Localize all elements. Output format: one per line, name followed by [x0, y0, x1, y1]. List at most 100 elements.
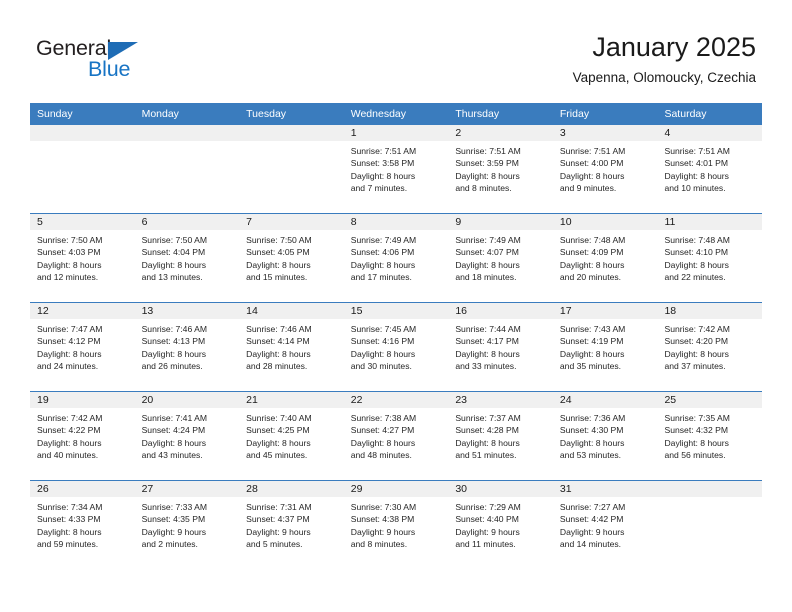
sunrise-text: Sunrise: 7:46 AM — [246, 324, 312, 334]
calendar-day-cell[interactable]: 25 Sunrise: 7:35 AM Sunset: 4:32 PM Dayligh… — [657, 392, 763, 480]
day-sun-info: Sunrise: 7:29 AM Sunset: 4:40 PM Daylight:… — [448, 498, 553, 550]
calendar-day-cell[interactable]: 23 Sunrise: 7:37 AM Sunset: 4:28 PM Dayligh… — [448, 392, 553, 480]
day-number: 10 — [559, 216, 572, 228]
sunrise-text: Sunrise: 7:38 AM — [350, 413, 417, 423]
calendar-day-cell[interactable]: 30 Sunrise: 7:29 AM Sunset: 4:40 PM Dayligh… — [448, 481, 553, 569]
day-number-strip — [134, 125, 240, 142]
daylight-text-line2: and 33 minutes. — [455, 360, 517, 371]
calendar-day-cell[interactable]: 21 Sunrise: 7:40 AM Sunset: 4:25 PM Dayligh… — [239, 392, 344, 480]
sunset-text: Sunset: 3:58 PM — [350, 158, 415, 169]
sunrise-text: Sunrise: 7:51 AM — [664, 146, 730, 156]
day-number-strip: 11 — [657, 214, 763, 231]
day-number: 17 — [559, 305, 572, 317]
day-sun-info: Sunrise: 7:30 AM Sunset: 4:38 PM Daylight:… — [344, 498, 449, 550]
sunrise-text: Sunrise: 7:48 AM — [559, 235, 626, 245]
calendar-day-cell-empty — [239, 125, 344, 213]
day-number: 26 — [37, 483, 49, 495]
cell-spacer — [30, 372, 135, 384]
calendar-day-cell[interactable]: 16 Sunrise: 7:44 AM Sunset: 4:17 PM Dayligh… — [448, 303, 553, 391]
calendar-day-cell[interactable]: 7 Sunrise: 7:50 AM Sunset: 4:05 PM Daylight… — [239, 214, 344, 302]
sunrise-text: Sunrise: 7:36 AM — [559, 413, 626, 423]
calendar-day-cell[interactable]: 11 Sunrise: 7:48 AM Sunset: 4:10 PM Dayligh… — [657, 214, 763, 302]
day-sun-info: Sunrise: 7:35 AM Sunset: 4:32 PM Daylight:… — [657, 409, 762, 461]
calendar-day-cell[interactable]: 4 Sunrise: 7:51 AM Sunset: 4:01 PM Daylight… — [657, 125, 763, 213]
calendar-day-cell[interactable]: 1 Sunrise: 7:51 AM Sunset: 3:58 PM Daylight… — [343, 125, 449, 213]
calendar-day-cell[interactable]: 14 Sunrise: 7:46 AM Sunset: 4:14 PM Dayligh… — [239, 303, 344, 391]
cell-spacer — [553, 461, 658, 473]
day-number-strip — [239, 125, 344, 142]
day-number: 5 — [37, 216, 43, 228]
calendar-day-cell[interactable]: 26 Sunrise: 7:34 AM Sunset: 4:33 PM Dayligh… — [30, 481, 135, 569]
daylight-text-line2: and 18 minutes. — [455, 271, 517, 282]
daylight-text-line1: Daylight: 8 hours — [37, 259, 102, 270]
daylight-text-line1: Daylight: 8 hours — [37, 526, 102, 537]
day-number-strip: 9 — [448, 214, 553, 231]
calendar-day-cell[interactable]: 20 Sunrise: 7:41 AM Sunset: 4:24 PM Dayligh… — [134, 392, 240, 480]
daylight-text-line1: Daylight: 8 hours — [455, 348, 520, 359]
calendar-day-cell[interactable]: 9 Sunrise: 7:49 AM Sunset: 4:07 PM Daylight… — [448, 214, 553, 302]
cell-spacer — [344, 550, 449, 562]
calendar-day-cell[interactable]: 6 Sunrise: 7:50 AM Sunset: 4:04 PM Daylight… — [134, 214, 240, 302]
day-number: 20 — [141, 394, 154, 406]
day-number: 1 — [350, 127, 357, 139]
day-number: 15 — [350, 305, 363, 317]
day-number-strip: 4 — [657, 125, 763, 142]
daylight-text-line2: and 59 minutes. — [37, 538, 99, 549]
sunset-text: Sunset: 4:17 PM — [455, 336, 519, 347]
calendar-day-cell[interactable]: 2 Sunrise: 7:51 AM Sunset: 3:59 PM Daylight… — [448, 125, 553, 213]
calendar-day-cell[interactable]: 28 Sunrise: 7:31 AM Sunset: 4:37 PM Dayligh… — [239, 481, 344, 569]
sunset-text: Sunset: 4:10 PM — [664, 247, 729, 258]
day-sun-info: Sunrise: 7:46 AM Sunset: 4:14 PM Daylight:… — [239, 320, 344, 372]
calendar-day-cell[interactable]: 8 Sunrise: 7:49 AM Sunset: 4:06 PM Daylight… — [343, 214, 449, 302]
sunrise-text: Sunrise: 7:49 AM — [455, 235, 521, 245]
calendar-day-cell[interactable]: 3 Sunrise: 7:51 AM Sunset: 4:00 PM Daylight… — [552, 125, 658, 213]
cell-spacer — [344, 194, 449, 206]
cell-spacer — [30, 461, 135, 473]
cell-spacer — [344, 372, 449, 384]
sunrise-text: Sunrise: 7:51 AM — [350, 146, 417, 156]
sunrise-text: Sunrise: 7:40 AM — [246, 413, 312, 423]
calendar-day-cell[interactable]: 12 Sunrise: 7:47 AM Sunset: 4:12 PM Dayligh… — [30, 303, 135, 391]
sunrise-text: Sunrise: 7:42 AM — [37, 413, 103, 423]
calendar-day-cell[interactable]: 13 Sunrise: 7:46 AM Sunset: 4:13 PM Dayligh… — [134, 303, 240, 391]
calendar-day-cell[interactable]: 10 Sunrise: 7:48 AM Sunset: 4:09 PM Dayligh… — [552, 214, 658, 302]
day-number: 28 — [246, 483, 258, 495]
day-number-strip: 31 — [552, 481, 658, 498]
daylight-text-line1: Daylight: 8 hours — [350, 437, 416, 448]
calendar-day-cell[interactable]: 5 Sunrise: 7:50 AM Sunset: 4:03 PM Daylight… — [30, 214, 135, 302]
cell-spacer — [657, 498, 762, 510]
sunset-text: Sunset: 4:25 PM — [246, 425, 310, 436]
calendar-day-cell[interactable]: 31 Sunrise: 7:27 AM Sunset: 4:42 PM Dayligh… — [552, 481, 658, 569]
weekday-header-row: Sunday Monday Tuesday Wednesday Thursday… — [30, 103, 762, 125]
calendar-day-cell[interactable]: 27 Sunrise: 7:33 AM Sunset: 4:35 PM Dayligh… — [134, 481, 240, 569]
calendar-weeks: 1 Sunrise: 7:51 AM Sunset: 3:58 PM Daylight… — [30, 125, 763, 569]
sunrise-text: Sunrise: 7:31 AM — [246, 502, 312, 512]
day-sun-info: Sunrise: 7:31 AM Sunset: 4:37 PM Daylight:… — [239, 498, 344, 550]
calendar-day-cell[interactable]: 24 Sunrise: 7:36 AM Sunset: 4:30 PM Dayligh… — [552, 392, 658, 480]
day-number-strip: 19 — [30, 392, 135, 409]
day-sun-info: Sunrise: 7:51 AM Sunset: 3:58 PM Daylight:… — [344, 142, 449, 194]
daylight-text-line2: and 45 minutes. — [246, 449, 308, 460]
cell-spacer — [448, 372, 553, 384]
daylight-text-line1: Daylight: 8 hours — [350, 170, 416, 181]
cell-spacer — [553, 372, 658, 384]
cell-spacer — [30, 283, 135, 295]
day-number: 16 — [455, 305, 467, 317]
day-number: 11 — [664, 216, 676, 228]
sunset-text: Sunset: 4:12 PM — [37, 336, 101, 347]
calendar-day-cell[interactable]: 17 Sunrise: 7:43 AM Sunset: 4:19 PM Dayligh… — [552, 303, 658, 391]
sunrise-text: Sunrise: 7:44 AM — [455, 324, 521, 334]
sunrise-text: Sunrise: 7:30 AM — [350, 502, 417, 512]
sunrise-text: Sunrise: 7:43 AM — [559, 324, 626, 334]
calendar-day-cell[interactable]: 22 Sunrise: 7:38 AM Sunset: 4:27 PM Dayligh… — [343, 392, 449, 480]
daylight-text-line1: Daylight: 8 hours — [37, 437, 102, 448]
sunrise-text: Sunrise: 7:34 AM — [37, 502, 103, 512]
brand-logo[interactable]: General Blue — [36, 36, 156, 84]
sunrise-text: Sunrise: 7:49 AM — [350, 235, 417, 245]
calendar-day-cell[interactable]: 18 Sunrise: 7:42 AM Sunset: 4:20 PM Dayligh… — [657, 303, 763, 391]
day-number-strip: 5 — [30, 214, 135, 231]
sunrise-text: Sunrise: 7:37 AM — [455, 413, 521, 423]
calendar-day-cell[interactable]: 15 Sunrise: 7:45 AM Sunset: 4:16 PM Dayligh… — [343, 303, 449, 391]
calendar-day-cell[interactable]: 29 Sunrise: 7:30 AM Sunset: 4:38 PM Dayligh… — [343, 481, 449, 569]
calendar-day-cell[interactable]: 19 Sunrise: 7:42 AM Sunset: 4:22 PM Dayligh… — [30, 392, 135, 480]
